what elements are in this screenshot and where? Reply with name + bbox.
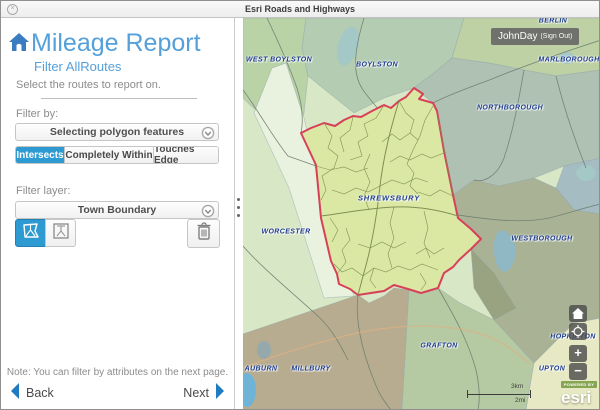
mileage-report-panel: Mileage Report Filter AllRoutes Select t… — [1, 18, 235, 410]
tab-intersects[interactable]: Intersects — [16, 147, 65, 163]
filter-layer-dropdown[interactable]: Town Boundary — [15, 201, 219, 219]
select-by-rectangle-button[interactable] — [45, 219, 76, 247]
map-container: WEST BOYLSTON BOYLSTON MARLBOROUGH NORTH… — [243, 18, 599, 410]
filter-layer-value: Town Boundary — [78, 204, 157, 216]
tab-touches-edge[interactable]: Touches Edge — [154, 147, 218, 163]
locate-icon — [569, 323, 587, 340]
map-canvas[interactable] — [243, 18, 599, 410]
page-subtitle: Filter AllRoutes — [34, 59, 121, 74]
chevron-down-icon — [201, 126, 215, 143]
back-button[interactable]: Back — [9, 382, 54, 403]
user-name: JohnDay — [498, 31, 537, 42]
filter-layer-label: Filter layer: — [16, 185, 70, 197]
clear-selection-button[interactable] — [187, 219, 220, 248]
user-badge[interactable]: JohnDay (Sign Out) — [491, 28, 579, 45]
filter-method-dropdown[interactable]: Selecting polygon features — [15, 123, 219, 141]
next-label: Next — [183, 386, 209, 400]
sign-out-link[interactable]: (Sign Out) — [540, 33, 572, 40]
next-button[interactable]: Next — [183, 382, 226, 403]
zoom-in-button[interactable]: + — [569, 345, 587, 362]
panel-drag-handle[interactable] — [237, 198, 240, 217]
back-label: Back — [26, 386, 54, 400]
instruction-text: Select the routes to report on. — [16, 79, 161, 91]
home-icon — [569, 305, 587, 322]
panel-gutter — [235, 18, 243, 410]
select-rectangle-icon — [51, 221, 71, 246]
chevron-right-icon — [214, 382, 226, 403]
home-extent-button[interactable] — [569, 305, 587, 322]
page-title: Mileage Report — [31, 29, 201, 58]
chevron-left-icon — [9, 382, 21, 403]
locate-button[interactable] — [569, 323, 587, 340]
select-by-polygon-button[interactable] — [15, 219, 46, 247]
divider — [41, 98, 197, 99]
titlebar: × Esri Roads and Highways — [1, 1, 599, 18]
zoom-out-button[interactable]: − — [569, 363, 587, 380]
home-icon — [8, 32, 30, 57]
app-window: × Esri Roads and Highways Mileage Report… — [0, 0, 600, 410]
select-polygon-icon — [21, 221, 41, 246]
trash-icon — [195, 221, 213, 246]
filter-by-label: Filter by: — [16, 108, 58, 120]
filter-method-value: Selecting polygon features — [50, 126, 184, 138]
spatial-relation-tabs: Intersects Completely Within Touches Edg… — [15, 146, 219, 164]
tab-completely-within[interactable]: Completely Within — [65, 147, 154, 163]
window-title: Esri Roads and Highways — [1, 4, 599, 14]
footer-note: Note: You can filter by attributes on th… — [1, 367, 234, 378]
